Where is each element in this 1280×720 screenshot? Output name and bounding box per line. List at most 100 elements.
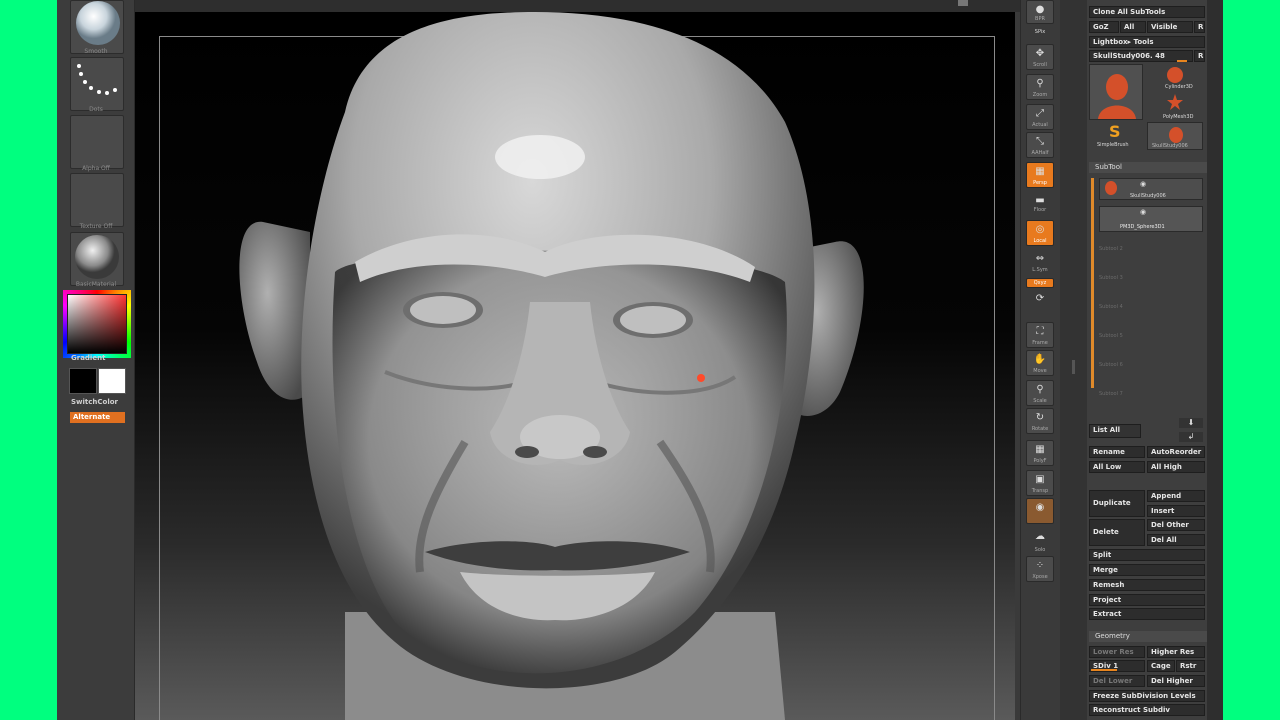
- move-down-arrow-icon[interactable]: ⬇: [1179, 418, 1203, 428]
- solo-button[interactable]: ☁ Solo: [1026, 528, 1054, 554]
- rotate-button[interactable]: ↻ Rotate: [1026, 408, 1054, 434]
- subtool-empty-slot: Subtool 6: [1099, 362, 1123, 368]
- freeze-subdivision-button[interactable]: Freeze SubDivision Levels: [1089, 690, 1205, 702]
- stroke-thumbnail[interactable]: [70, 57, 124, 111]
- scale-button[interactable]: ⚲ Scale: [1026, 380, 1054, 406]
- color-picker-square[interactable]: [67, 294, 127, 354]
- material-label: BasicMaterial: [75, 281, 117, 288]
- brush-label: Smooth: [84, 48, 108, 55]
- tool-simplebrush-label: SimpleBrush: [1097, 142, 1129, 148]
- move-arrow-icon[interactable]: ↲: [1179, 432, 1203, 442]
- persp-button[interactable]: ▦ Persp: [1026, 162, 1054, 188]
- zoom-button[interactable]: ⚲ Zoom: [1026, 74, 1054, 100]
- aahalf-button[interactable]: ⤡ AAHalf: [1026, 132, 1054, 158]
- remesh-button[interactable]: Remesh: [1089, 579, 1205, 591]
- rstr-button[interactable]: Rstr: [1176, 660, 1205, 672]
- spix-control[interactable]: SPix: [1026, 26, 1054, 42]
- switch-color-label[interactable]: SwitchColor: [71, 398, 118, 406]
- geometry-header[interactable]: Geometry: [1089, 631, 1207, 642]
- secondary-color-swatch[interactable]: [98, 368, 126, 394]
- subtool-bust-icon: [1105, 181, 1117, 195]
- texture-label: Texture Off: [79, 223, 113, 230]
- ghost-button[interactable]: ◉: [1026, 498, 1054, 524]
- tool-polymesh-label[interactable]: PolyMesh3D: [1163, 114, 1193, 120]
- sculpt-viewport[interactable]: [135, 12, 1015, 720]
- subtool-label: SkullStudy006: [1130, 193, 1166, 199]
- scroll-handle[interactable]: [958, 0, 968, 6]
- bust-icon: [1098, 74, 1136, 119]
- merge-button[interactable]: Merge: [1089, 564, 1205, 576]
- material-thumbnail[interactable]: [70, 232, 124, 286]
- transp-button[interactable]: ▣ Transp: [1026, 470, 1054, 496]
- brush-cursor-icon: [697, 374, 705, 382]
- project-button[interactable]: Project: [1089, 594, 1205, 606]
- tool-slider-knob[interactable]: [1177, 60, 1187, 62]
- goz-r-button[interactable]: R: [1194, 21, 1205, 33]
- alternate-button[interactable]: Alternate: [70, 412, 125, 423]
- subtool-scrollbar[interactable]: [1091, 178, 1094, 388]
- extract-button[interactable]: Extract: [1089, 608, 1205, 620]
- delete-button[interactable]: Delete: [1089, 519, 1145, 546]
- subtool-item-sphere[interactable]: ◉ PM3D_Sphere3D1: [1099, 206, 1203, 232]
- subtool-item-skullstudy[interactable]: ◉ SkullStudy006: [1099, 178, 1203, 200]
- append-button[interactable]: Append: [1147, 490, 1205, 502]
- main-color-swatch[interactable]: [69, 368, 97, 394]
- goz-visible-button[interactable]: Visible: [1147, 21, 1193, 33]
- del-all-button[interactable]: Del All: [1147, 534, 1205, 546]
- all-low-button[interactable]: All Low: [1089, 461, 1145, 473]
- subtool-empty-slot: Subtool 7: [1099, 391, 1123, 397]
- lower-res-button[interactable]: Lower Res: [1089, 646, 1145, 658]
- autoreorder-button[interactable]: AutoReorder: [1147, 446, 1205, 458]
- lightbox-tools-button[interactable]: Lightbox▸ Tools: [1089, 36, 1205, 48]
- cage-button[interactable]: Cage: [1147, 660, 1175, 672]
- list-all-button[interactable]: List All: [1089, 424, 1141, 438]
- split-button[interactable]: Split: [1089, 549, 1205, 561]
- lsym-button[interactable]: ⇔ L.Sym: [1026, 250, 1054, 274]
- tool-cylinder-label[interactable]: Cylinder3D: [1165, 84, 1193, 90]
- zbrush-window: Smooth Dots Alpha Off Texture Off BasicM…: [57, 0, 1223, 720]
- duplicate-button[interactable]: Duplicate: [1089, 490, 1145, 517]
- xyz-button[interactable]: Qxyz: [1026, 278, 1054, 288]
- scroll-button[interactable]: ✥ Scroll: [1026, 44, 1054, 70]
- texture-thumbnail[interactable]: [70, 173, 124, 227]
- subtool-header[interactable]: SubTool: [1089, 162, 1207, 173]
- tool-skullstudy-2[interactable]: SkullStudy006: [1147, 122, 1203, 150]
- cylinder-and-star-icons: [1167, 67, 1183, 110]
- del-higher-button[interactable]: Del Higher: [1147, 675, 1205, 687]
- tool-skullstudy-thumbnail[interactable]: [1089, 64, 1143, 120]
- bpr-button[interactable]: ● BPR: [1026, 0, 1054, 24]
- goz-all-button[interactable]: All: [1120, 21, 1146, 33]
- visibility-eye-icon[interactable]: ◉: [1140, 208, 1146, 216]
- floor-button[interactable]: ▬ Floor: [1026, 192, 1054, 214]
- tray-handle[interactable]: [1072, 360, 1075, 374]
- tool-simplebrush[interactable]: S SimpleBrush: [1089, 120, 1143, 150]
- higher-res-button[interactable]: Higher Res: [1147, 646, 1205, 658]
- del-other-button[interactable]: Del Other: [1147, 519, 1205, 531]
- gradient-label[interactable]: Gradient: [71, 354, 105, 362]
- all-high-button[interactable]: All High: [1147, 461, 1205, 473]
- insert-button[interactable]: Insert: [1147, 505, 1205, 517]
- clone-all-subtools-button[interactable]: Clone All SubTools: [1089, 6, 1205, 18]
- actual-button[interactable]: ⤢ Actual: [1026, 104, 1054, 130]
- visibility-eye-icon[interactable]: ◉: [1140, 180, 1146, 188]
- right-nav-shelf: ● BPR SPix ✥ Scroll ⚲ Zoom ⤢ Actual ⤡ AAHalf …: [1020, 0, 1060, 720]
- frame-button[interactable]: ⛶ Frame: [1026, 322, 1054, 348]
- local-button[interactable]: ◎ Local: [1026, 220, 1054, 246]
- del-lower-button[interactable]: Del Lower: [1089, 675, 1145, 687]
- polyf-button[interactable]: ▦ PolyF: [1026, 440, 1054, 466]
- material-sphere-icon: [75, 235, 119, 279]
- dock-edge: [1207, 0, 1223, 720]
- move-button[interactable]: ✋ Move: [1026, 350, 1054, 376]
- subtool-empty-slot: Subtool 4: [1099, 304, 1123, 310]
- alpha-thumbnail[interactable]: [70, 115, 124, 169]
- left-shelf: Smooth Dots Alpha Off Texture Off BasicM…: [57, 0, 135, 720]
- rename-button[interactable]: Rename: [1089, 446, 1145, 458]
- head-model-render: [239, 12, 864, 720]
- brush-thumbnail[interactable]: [70, 0, 124, 54]
- goz-button[interactable]: GoZ: [1089, 21, 1119, 33]
- xpose-button[interactable]: ⁘ Xpose: [1026, 556, 1054, 582]
- tool-r-button[interactable]: R: [1194, 50, 1205, 62]
- tool-thumbnails-grid: Cylinder3D PolyMesh3D: [1145, 64, 1205, 120]
- reconstruct-subdiv-button[interactable]: Reconstruct Subdiv: [1089, 704, 1205, 716]
- rotation-axis-icons[interactable]: ⟳: [1026, 290, 1054, 316]
